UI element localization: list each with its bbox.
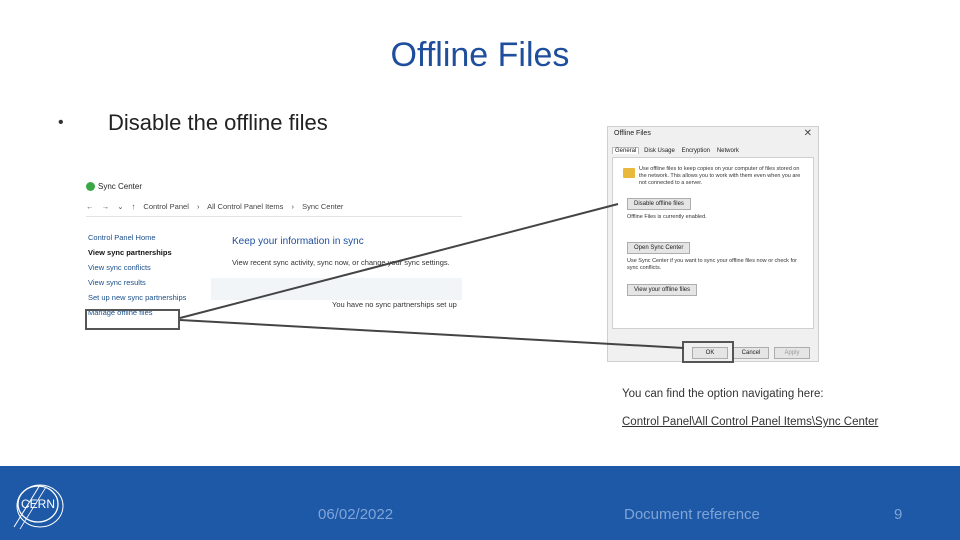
navigation-path: Control Panel\All Control Panel Items\Sy… [622,416,879,428]
connector-arrows [179,203,685,349]
footer-reference: Document reference [624,506,760,523]
footer-bar [0,466,960,540]
cern-logo-icon: CERN [13,484,64,530]
logo-text: CERN [21,497,55,511]
arrow-to-ok-button [179,319,685,349]
navigation-hint: You can find the option navigating here: [622,388,824,400]
footer-date: 06/02/2022 [318,506,394,523]
footer-page-number: 9 [894,506,903,523]
arrow-to-disable-button [179,203,619,319]
